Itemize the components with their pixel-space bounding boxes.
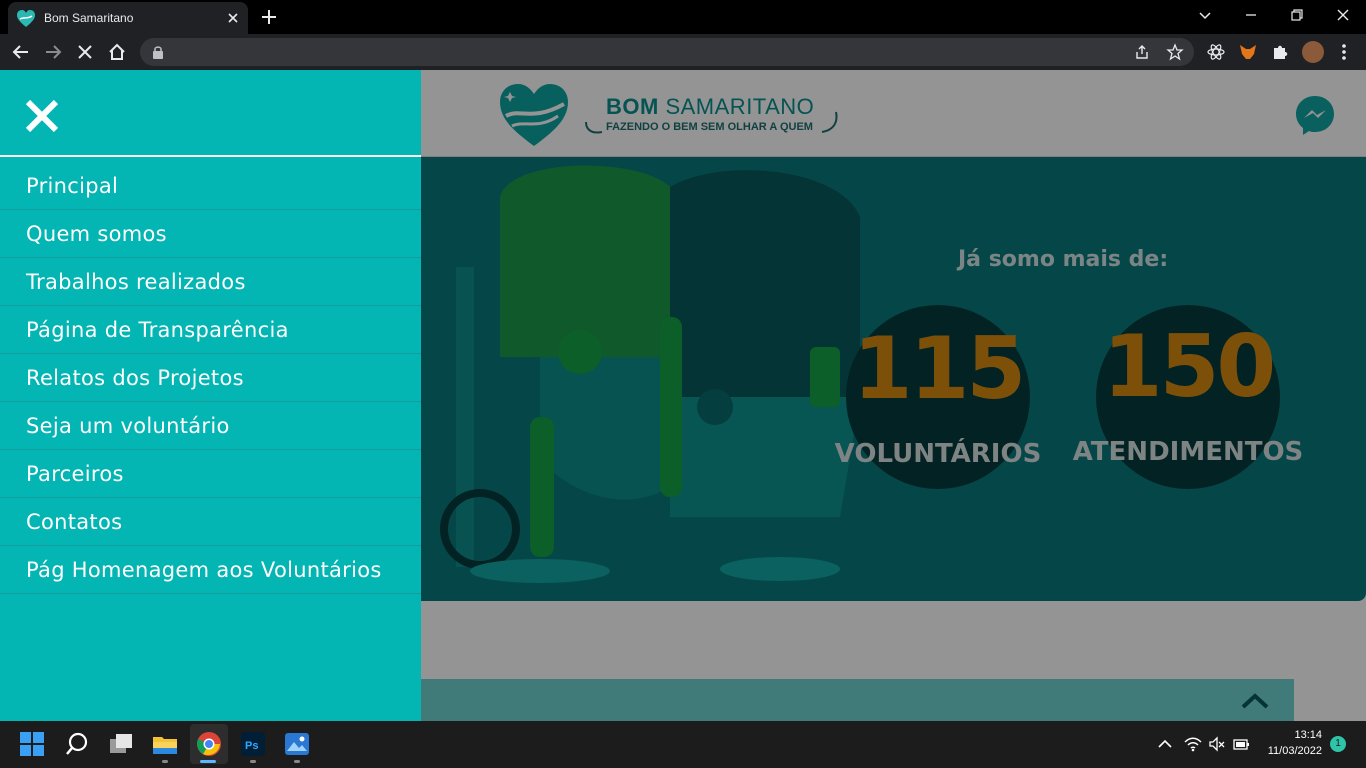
profile-avatar[interactable] [1302, 41, 1324, 63]
menu-item-parceiros[interactable]: Parceiros [0, 450, 421, 498]
tab-search-icon[interactable] [1194, 4, 1216, 26]
menu-item-transparencia[interactable]: Página de Transparência [0, 306, 421, 354]
wifi-icon[interactable] [1184, 735, 1202, 753]
lock-icon[interactable] [152, 45, 164, 59]
bookmark-star-icon[interactable] [1166, 43, 1184, 61]
menu-item-label: Página de Transparência [26, 318, 289, 342]
windows-start-icon[interactable] [20, 732, 44, 756]
file-explorer-icon[interactable] [152, 731, 178, 757]
browser-chrome: Bom Samaritano [0, 0, 1366, 70]
menu-item-label: Contatos [26, 510, 123, 534]
volume-muted-icon[interactable] [1208, 735, 1226, 753]
browser-toolbar [0, 34, 1366, 70]
menu-item-label: Pág Homenagem aos Voluntários [26, 558, 382, 582]
menu-item-label: Quem somos [26, 222, 167, 246]
photos-running-indicator [294, 760, 300, 763]
clock-date[interactable]: 11/03/2022 [1268, 745, 1322, 757]
explorer-running-indicator [162, 760, 168, 763]
chrome-running-indicator [200, 760, 216, 763]
react-devtools-icon[interactable] [1206, 42, 1226, 62]
tab-title: Bom Samaritano [44, 11, 134, 25]
browser-tab[interactable]: Bom Samaritano [8, 2, 248, 34]
menu-item-contatos[interactable]: Contatos [0, 498, 421, 546]
home-icon[interactable] [106, 41, 128, 63]
clock-time[interactable]: 13:14 [1294, 729, 1322, 741]
menu-item-label: Trabalhos realizados [26, 270, 246, 294]
new-tab-icon[interactable] [258, 6, 280, 28]
drawer-divider [0, 155, 421, 157]
forward-icon[interactable] [42, 41, 64, 63]
close-menu-icon[interactable] [24, 98, 60, 134]
menu-item-label: Relatos dos Projetos [26, 366, 244, 390]
menu-item-label: Parceiros [26, 462, 124, 486]
menu-item-relatos-projetos[interactable]: Relatos dos Projetos [0, 354, 421, 402]
menu-item-homenagem-voluntarios[interactable]: Pág Homenagem aos Voluntários [0, 546, 421, 594]
close-window-icon[interactable] [1332, 4, 1354, 26]
minimize-icon[interactable] [1240, 4, 1262, 26]
back-icon[interactable] [10, 41, 32, 63]
browser-menu-icon[interactable] [1334, 42, 1354, 62]
svg-text:Ps: Ps [245, 740, 258, 752]
show-hidden-icons-chevron-icon[interactable] [1156, 735, 1174, 753]
menu-item-label: Principal [26, 174, 119, 198]
menu-item-principal[interactable]: Principal [0, 162, 421, 210]
address-bar[interactable] [140, 38, 1194, 66]
battery-charging-icon[interactable] [1232, 735, 1250, 753]
menu-item-trabalhos-realizados[interactable]: Trabalhos realizados [0, 258, 421, 306]
menu-item-seja-voluntario[interactable]: Seja um voluntário [0, 402, 421, 450]
menu-item-quem-somos[interactable]: Quem somos [0, 210, 421, 258]
close-tab-icon[interactable] [224, 9, 242, 27]
heart-favicon-icon [17, 10, 35, 27]
chrome-icon[interactable] [196, 731, 222, 757]
metamask-fox-icon[interactable] [1238, 42, 1258, 62]
tab-strip: Bom Samaritano [0, 0, 1366, 34]
windows-taskbar: Ps 13:14 11/03/2022 1 [0, 721, 1366, 768]
task-view-icon[interactable] [108, 731, 134, 757]
share-icon[interactable] [1134, 44, 1150, 60]
photos-icon[interactable] [284, 731, 310, 757]
photoshop-icon[interactable]: Ps [240, 731, 266, 757]
search-icon[interactable] [64, 731, 90, 757]
menu-item-label: Seja um voluntário [26, 414, 230, 438]
restore-icon[interactable] [1286, 4, 1308, 26]
extensions-puzzle-icon[interactable] [1270, 42, 1290, 62]
notification-badge[interactable]: 1 [1330, 736, 1346, 752]
web-page: BOM SAMARITANO FAZENDO O BEM SEM OLHAR A… [0, 70, 1366, 721]
photoshop-running-indicator [250, 760, 256, 763]
side-drawer-menu: Principal Quem somos Trabalhos realizado… [0, 70, 421, 721]
stop-loading-icon[interactable] [74, 41, 96, 63]
